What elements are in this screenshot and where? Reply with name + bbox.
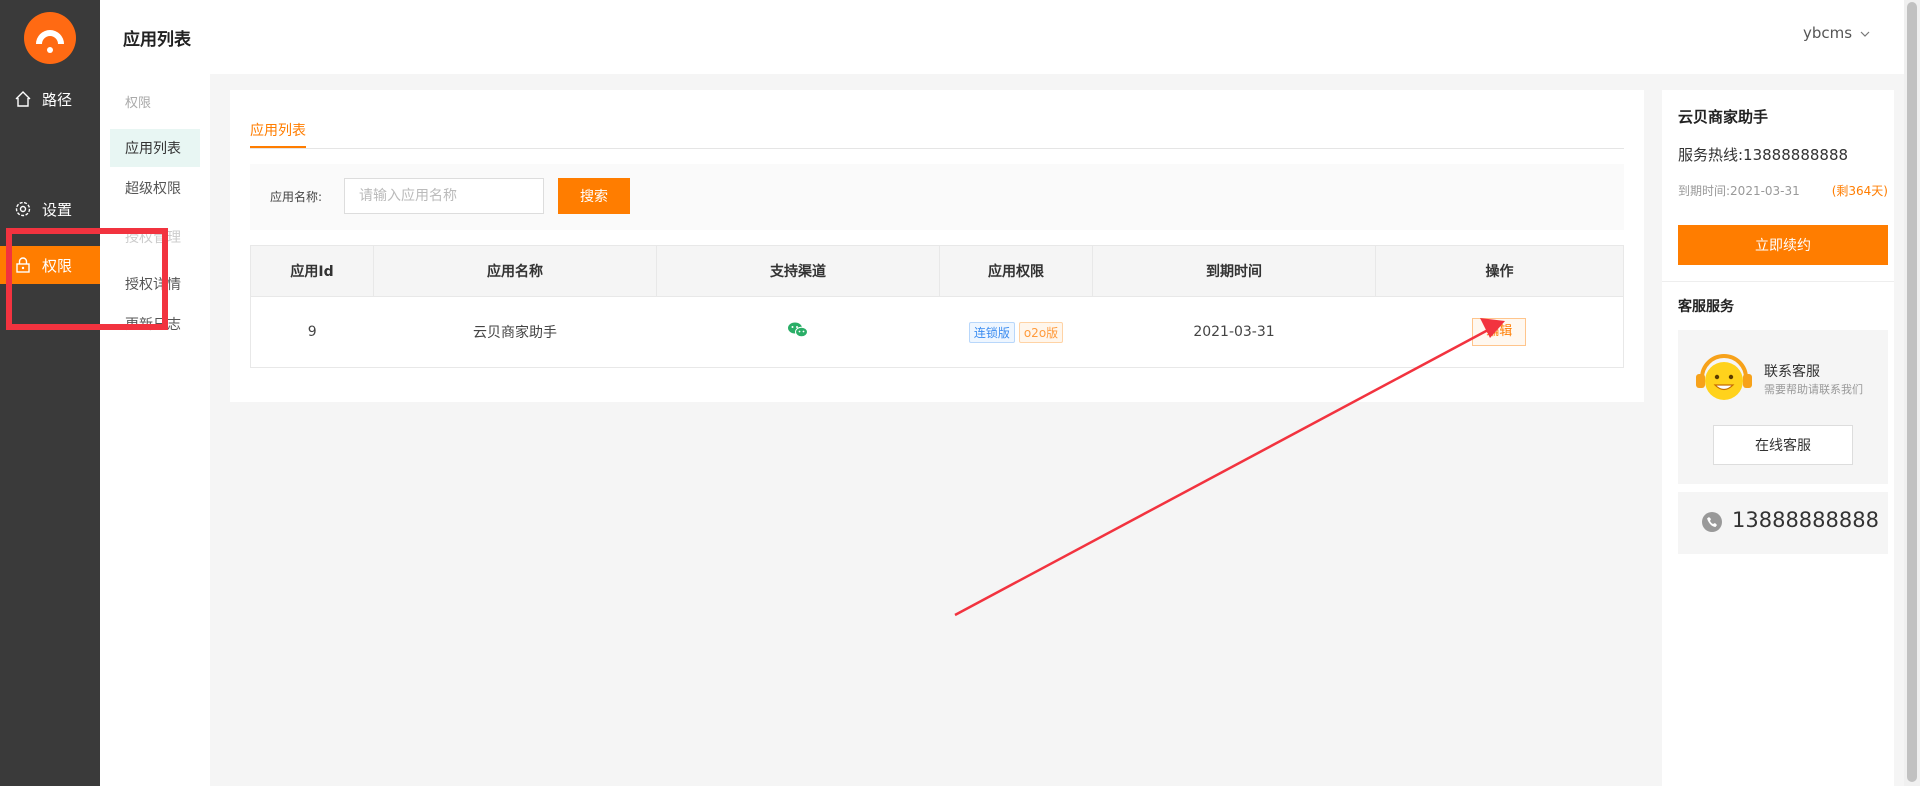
cell-permissions: 连锁版 o2o版 bbox=[939, 296, 1093, 368]
shop-name: 云贝商家助手 bbox=[1678, 108, 1769, 126]
contact-service-hint: 需要帮助请联系我们 bbox=[1764, 383, 1863, 396]
cell-channel bbox=[656, 296, 940, 368]
sub-nav-heading: 权限 bbox=[125, 95, 152, 111]
support-agent-icon bbox=[1692, 354, 1756, 404]
sub-nav-item-app-list[interactable]: 应用列表 bbox=[110, 129, 200, 167]
panel-divider bbox=[1662, 281, 1894, 282]
tag-chain: 连锁版 bbox=[968, 321, 1015, 343]
expire-info: 到期时间:2021-03-31 (剩364天) bbox=[1678, 182, 1888, 199]
cell-actions: 编辑 bbox=[1375, 296, 1624, 368]
column-header: 应用Id bbox=[250, 245, 374, 297]
nav-item-settings[interactable]: 设置 bbox=[0, 190, 100, 228]
column-header: 支持渠道 bbox=[656, 245, 940, 297]
edit-button[interactable]: 编辑 bbox=[1472, 318, 1527, 346]
service-hotline: 服务热线:13888888888 bbox=[1678, 146, 1849, 164]
table-row: 9 云贝商家助手 连锁版 o2o版 2021-03-31 编辑 bbox=[250, 296, 1624, 368]
search-input[interactable] bbox=[344, 178, 544, 214]
cell-app-name: 云贝商家助手 bbox=[373, 296, 657, 368]
column-header: 操作 bbox=[1375, 245, 1624, 297]
gear-icon bbox=[14, 200, 32, 218]
tab-app-list[interactable]: 应用列表 bbox=[250, 120, 306, 140]
cell-app-id: 9 bbox=[250, 296, 374, 368]
wechat-icon bbox=[787, 322, 809, 343]
phone-icon bbox=[1702, 512, 1722, 532]
column-header: 到期时间 bbox=[1092, 245, 1376, 297]
expire-date: 到期时间:2021-03-31 bbox=[1678, 184, 1800, 198]
table-header-row: 应用Id 应用名称 支持渠道 应用权限 到期时间 操作 bbox=[250, 245, 1624, 297]
tab-divider bbox=[250, 148, 1624, 149]
customer-service-title: 客服服务 bbox=[1678, 299, 1734, 315]
nav-item-path[interactable]: 路径 bbox=[0, 80, 100, 118]
cell-expire-date: 2021-03-31 bbox=[1092, 296, 1376, 368]
search-label: 应用名称: bbox=[270, 190, 323, 204]
home-icon bbox=[14, 90, 32, 108]
top-header bbox=[100, 0, 1920, 74]
phone-number: 13888888888 bbox=[1732, 508, 1879, 532]
page-title: 应用列表 bbox=[123, 30, 191, 50]
chevron-down-icon bbox=[1860, 24, 1870, 42]
renew-button[interactable]: 立即续约 bbox=[1678, 225, 1888, 265]
tag-o2o: o2o版 bbox=[1018, 321, 1064, 343]
contact-service-label: 联系客服 bbox=[1764, 364, 1820, 380]
app-table: 应用Id 应用名称 支持渠道 应用权限 到期时间 操作 9 云贝商家助手 连锁版… bbox=[250, 245, 1624, 368]
username: ybcms bbox=[1803, 24, 1853, 42]
nav-item-label: 设置 bbox=[42, 200, 73, 219]
user-menu[interactable]: ybcms bbox=[1803, 24, 1870, 42]
online-service-button[interactable]: 在线客服 bbox=[1713, 425, 1853, 465]
annotation-highlight-box bbox=[6, 228, 168, 330]
column-header: 应用名称 bbox=[373, 245, 657, 297]
sub-nav-item-super-permission[interactable]: 超级权限 bbox=[110, 169, 200, 207]
column-header: 应用权限 bbox=[939, 245, 1093, 297]
scrollbar-thumb[interactable] bbox=[1907, 2, 1917, 782]
search-button[interactable]: 搜索 bbox=[558, 178, 630, 214]
nav-item-label: 路径 bbox=[42, 90, 73, 109]
expire-remaining: (剩364天) bbox=[1831, 184, 1888, 198]
logo bbox=[24, 12, 76, 64]
